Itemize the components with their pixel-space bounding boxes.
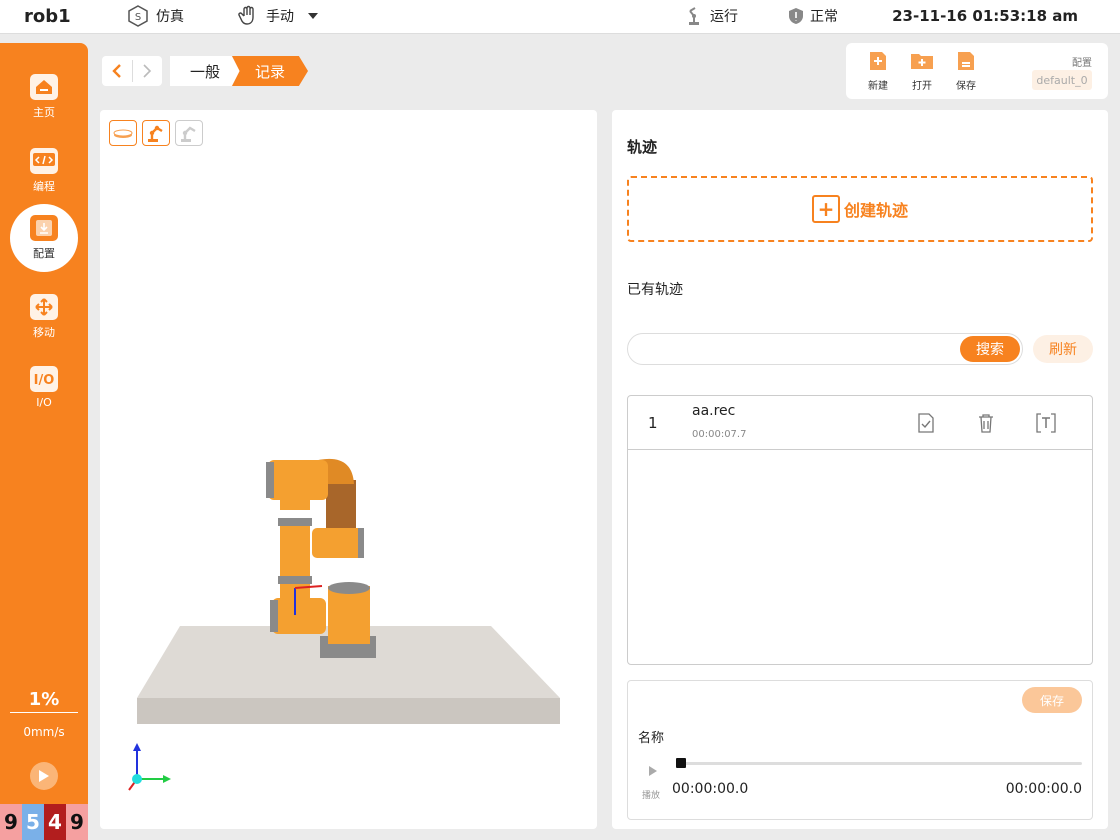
text-edit-icon: [1036, 413, 1056, 433]
robot-3d-viewport[interactable]: [100, 110, 597, 829]
list-item[interactable]: 1 aa.rec 00:00:07.7: [628, 396, 1092, 450]
config-label: 配置: [1072, 58, 1092, 69]
status-digit: 4: [44, 804, 66, 840]
robot-name: rob1: [24, 6, 71, 27]
sidebar-item-io[interactable]: I/O I/O: [10, 353, 78, 421]
track-index: 1: [648, 414, 658, 432]
speed-mm: 0mm/s: [23, 725, 65, 739]
folder-icon: [911, 54, 933, 69]
simulation-toggle[interactable]: S 仿真: [126, 4, 184, 28]
delete-track-button[interactable]: [974, 411, 998, 435]
robot-scene: [128, 458, 560, 791]
create-trajectory-button[interactable]: + 创建轨迹: [627, 176, 1093, 242]
code-icon: [30, 148, 58, 174]
open-button[interactable]: 打开: [902, 49, 942, 92]
seek-slider[interactable]: [676, 758, 1082, 768]
status-digit: 9: [66, 804, 88, 840]
load-track-button[interactable]: [914, 411, 938, 435]
status-digits: 9 5 4 9: [0, 804, 88, 840]
plus-icon: +: [811, 195, 840, 223]
speed-divider: [10, 712, 78, 713]
datetime: 23-11-16 01:53:18 am: [892, 7, 1078, 25]
player-save-button[interactable]: 保存: [1022, 687, 1082, 713]
chevron-left-icon: [112, 64, 121, 78]
top-bar: rob1 S 仿真 手动 运行 正常 23-11-16 01:53:18 am: [0, 0, 1120, 34]
sidebar-item-config[interactable]: 配置: [10, 204, 78, 272]
open-label: 打开: [912, 81, 932, 92]
svg-text:S: S: [135, 12, 141, 23]
seek-thumb[interactable]: [676, 758, 686, 768]
track-duration: 00:00:07.7: [692, 429, 747, 440]
breadcrumb-general[interactable]: 一般: [170, 56, 240, 86]
forward-button[interactable]: [133, 56, 163, 86]
save-label: 保存: [956, 81, 976, 92]
caret-down-icon: [308, 13, 318, 19]
sidebar-item-home[interactable]: 主页: [10, 63, 78, 131]
track-name: aa.rec: [692, 403, 736, 419]
sidebar-item-label: I/O: [36, 395, 52, 409]
document-check-icon: [918, 413, 934, 433]
create-trajectory-label: 创建轨迹: [843, 201, 908, 220]
play-icon: [39, 770, 49, 782]
panel-title: 轨迹: [627, 138, 658, 156]
shield-icon: [789, 8, 803, 24]
history-nav: [102, 56, 162, 86]
search-button[interactable]: 搜索: [960, 336, 1020, 362]
trajectory-panel: 轨迹 + 创建轨迹 已有轨迹 搜索 刷新 1 aa.rec 00:00:07.7…: [612, 110, 1108, 829]
search-input[interactable]: [640, 340, 950, 360]
trash-icon: [979, 414, 993, 433]
back-button[interactable]: [102, 56, 132, 86]
play-program-button[interactable]: [30, 762, 58, 790]
rename-track-button[interactable]: [1034, 411, 1058, 435]
search-box: 搜索: [627, 333, 1023, 365]
sidebar-item-label: 编程: [33, 180, 55, 193]
simulation-icon: S: [128, 5, 148, 27]
move-icon: [30, 294, 58, 320]
svg-text:I/O: I/O: [34, 373, 55, 388]
run-status[interactable]: 运行: [686, 6, 738, 26]
config-selector[interactable]: default_0: [1032, 70, 1092, 90]
breadcrumb-record[interactable]: 记录: [232, 56, 308, 86]
config-icon: [30, 215, 58, 241]
chevron-right-icon: [143, 64, 152, 78]
save-button[interactable]: 保存: [946, 49, 986, 92]
run-label: 运行: [710, 9, 738, 25]
player-play-label: 播放: [642, 791, 661, 801]
io-icon: I/O: [30, 365, 58, 392]
safety-status[interactable]: 正常: [788, 6, 838, 26]
existing-trajectories-label: 已有轨迹: [627, 282, 683, 298]
status-label: 正常: [810, 9, 838, 25]
simulation-label: 仿真: [156, 9, 184, 25]
new-button[interactable]: 新建: [858, 49, 898, 92]
status-digit: 5: [22, 804, 44, 840]
mode-dropdown[interactable]: 手动: [236, 4, 320, 28]
trajectory-player: 保存 名称 播放 00:00:00.0 00:00:00.0: [627, 680, 1093, 820]
robot-arm-icon: [689, 7, 699, 25]
player-name-label: 名称: [638, 731, 665, 746]
refresh-button[interactable]: 刷新: [1033, 335, 1093, 363]
mode-label: 手动: [266, 9, 294, 25]
sidebar-item-label: 主页: [33, 106, 55, 119]
speed-percent: 1%: [28, 689, 60, 710]
trajectory-list: 1 aa.rec 00:00:07.7: [627, 395, 1093, 665]
play-icon: [649, 766, 657, 776]
new-file-icon: [870, 52, 886, 70]
total-time: 00:00:00.0: [1005, 781, 1082, 797]
sidebar-item-label: 移动: [33, 326, 55, 339]
sidebar-item-move[interactable]: 移动: [10, 283, 78, 351]
sidebar-item-program[interactable]: 编程: [10, 137, 78, 205]
sidebar: 主页 编程 配置 移动 I/O I/O 1% 0mm/s 9 5 4 9: [0, 43, 88, 840]
current-time: 00:00:00.0: [672, 781, 749, 797]
file-toolbar: 新建 打开 保存 配置 default_0: [846, 43, 1108, 99]
status-digit: 9: [0, 804, 22, 840]
home-icon: [30, 74, 58, 100]
sidebar-item-label: 配置: [33, 247, 55, 260]
hand-icon: [238, 5, 254, 25]
save-icon: [958, 52, 974, 70]
new-label: 新建: [868, 81, 888, 92]
player-play-button[interactable]: [648, 762, 658, 781]
